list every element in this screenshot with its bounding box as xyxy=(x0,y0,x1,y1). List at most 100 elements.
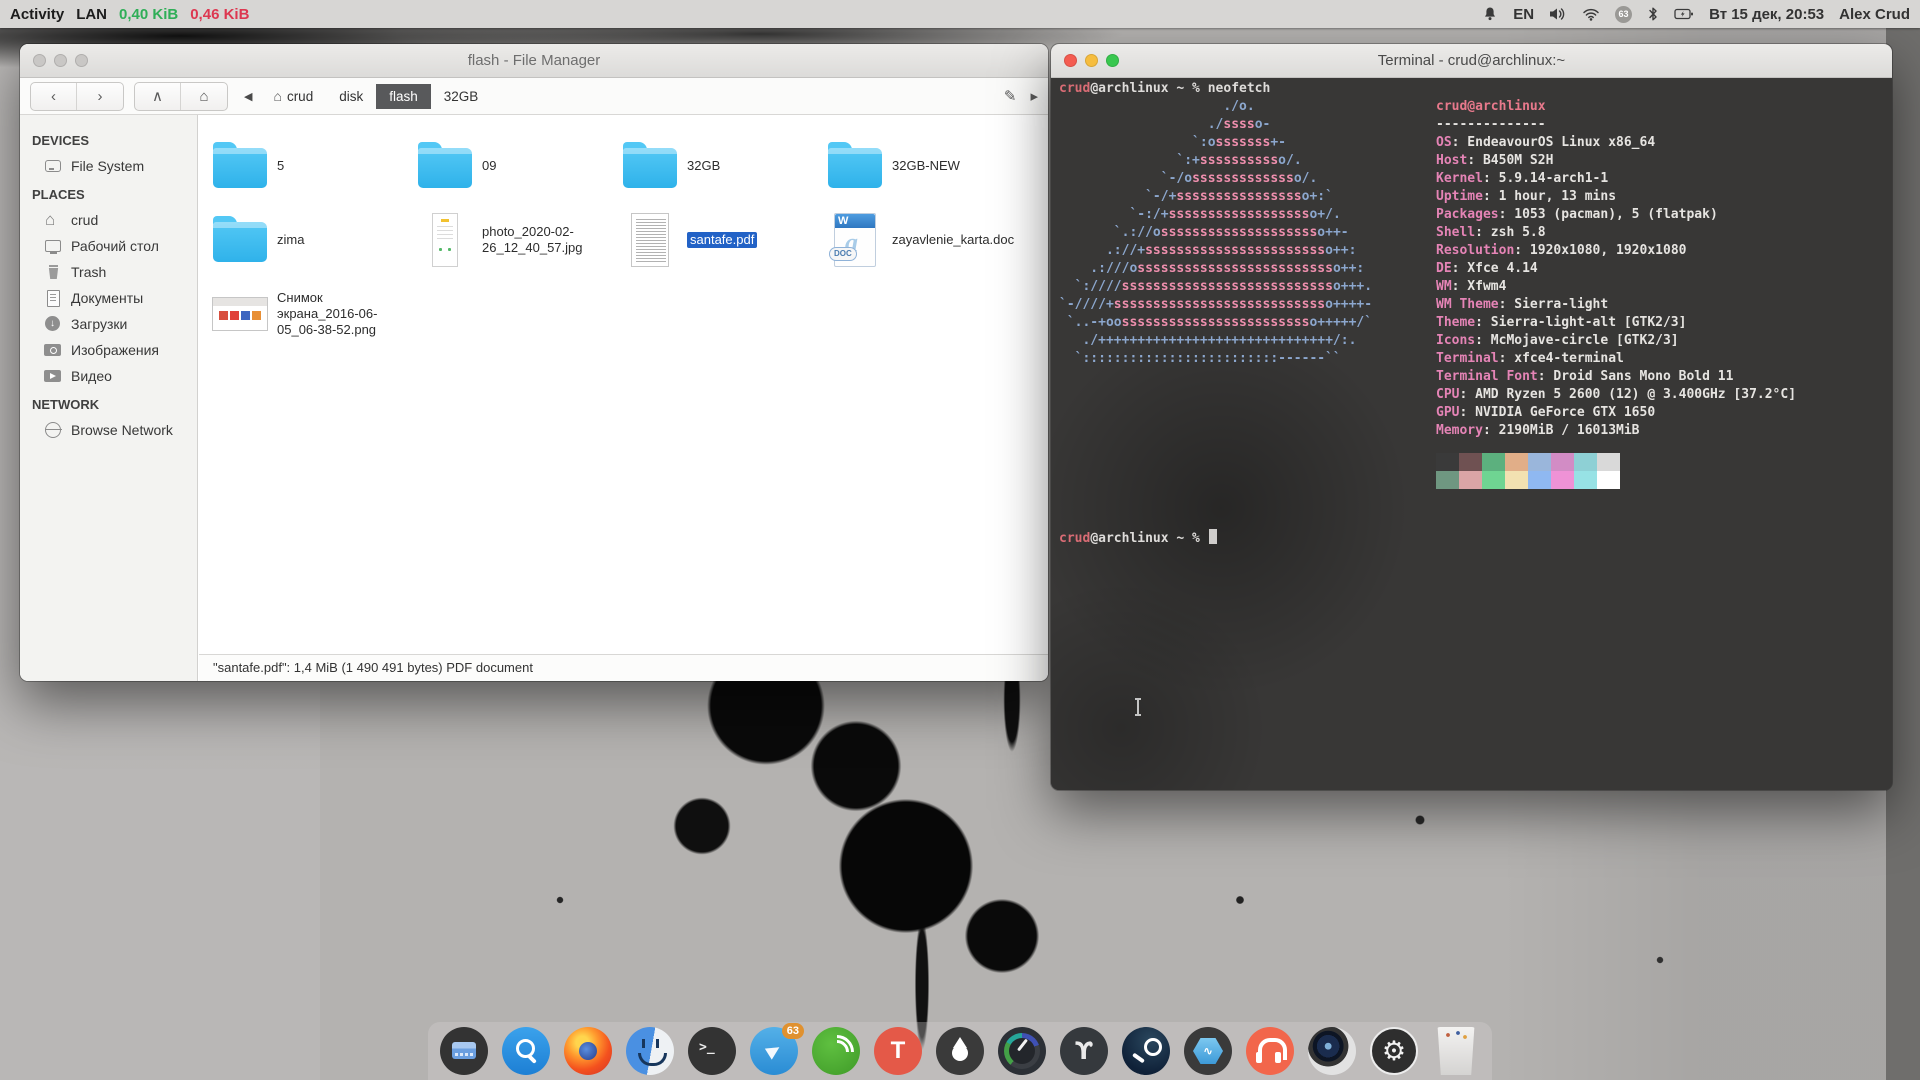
pdf-icon xyxy=(631,213,669,267)
video-icon xyxy=(44,368,62,384)
finder-icon xyxy=(626,1027,674,1075)
breadcrumb-scroll-left-icon[interactable]: ◀ xyxy=(244,90,252,103)
minimize-button[interactable] xyxy=(1085,54,1098,67)
dock-item-hexapp[interactable]: ∿ xyxy=(1184,1027,1232,1075)
file-item[interactable]: 5 xyxy=(211,129,411,203)
breadcrumb-flash[interactable]: flash xyxy=(376,84,431,109)
palette-swatch xyxy=(1528,453,1551,471)
swirl-glyph: ϒ xyxy=(1060,1027,1108,1075)
doc-icon: WDOC xyxy=(834,213,876,267)
dock-item-search[interactable] xyxy=(502,1027,550,1075)
tapp-glyph: T xyxy=(874,1027,922,1075)
file-item[interactable]: santafe.pdf xyxy=(621,203,821,277)
dock-item-terminal[interactable]: >_ xyxy=(688,1027,736,1075)
palette-swatch xyxy=(1459,471,1482,489)
minimize-button[interactable] xyxy=(54,54,67,67)
sidebar-item[interactable]: Trash xyxy=(20,259,197,285)
terminal-body[interactable]: crud@archlinux ~ % neofetch ./o. ./sssso… xyxy=(1051,78,1892,790)
dock-item-settings[interactable]: ⚙ xyxy=(1370,1027,1418,1075)
user-menu[interactable]: Alex Crud xyxy=(1839,6,1910,23)
unread-badge: 63 xyxy=(782,1023,804,1039)
palette-swatch xyxy=(1482,471,1505,489)
net-monitor-label[interactable]: LAN xyxy=(76,6,107,23)
keyboard-layout[interactable]: EN xyxy=(1513,6,1534,23)
file-list: 50932GB 32GB-NEW zima photo_2020-02-26_12_4… xyxy=(199,115,1048,654)
breadcrumb-crud[interactable]: ⌂crud xyxy=(260,83,326,109)
terminal-icon: >_ xyxy=(688,1027,736,1075)
trash-icon xyxy=(1436,1027,1476,1075)
wifi-icon[interactable] xyxy=(1582,7,1600,21)
edit-path-icon[interactable]: ✎ xyxy=(1004,87,1017,105)
tapp-icon: T xyxy=(874,1027,922,1075)
close-button[interactable] xyxy=(1064,54,1077,67)
forward-button[interactable]: › xyxy=(77,83,123,110)
home-icon: ⌂ xyxy=(273,88,281,104)
sidebar-item[interactable]: Browse Network xyxy=(20,417,197,443)
up-button[interactable]: ∧ xyxy=(135,83,181,110)
back-button[interactable]: ‹ xyxy=(31,83,77,110)
sidebar-item[interactable]: File System xyxy=(20,153,197,179)
file-label: zayavlenie_karta.doc xyxy=(892,232,1014,248)
folder-icon xyxy=(213,222,267,262)
file-item[interactable]: WDOC zayavlenie_karta.doc xyxy=(826,203,1026,277)
dock-item-swirl[interactable]: ϒ xyxy=(1060,1027,1108,1075)
dock-item-lens[interactable] xyxy=(1308,1027,1356,1075)
battery-icon[interactable] xyxy=(1674,7,1694,21)
file-manager-toolbar: ‹ › ∧ ⌂ ◀ ⌂cruddiskflash32GB ✎ ▸ xyxy=(20,78,1048,115)
sidebar-item[interactable]: Загрузки xyxy=(20,311,197,337)
breadcrumb-scroll-right-icon[interactable]: ▸ xyxy=(1030,87,1038,105)
bluetooth-icon[interactable] xyxy=(1647,6,1659,22)
folder-icon xyxy=(213,148,267,188)
dock-item-firefox[interactable] xyxy=(564,1027,612,1075)
file-label: photo_2020-02-26_12_40_57.jpg xyxy=(482,224,610,257)
terminal-titlebar[interactable]: Terminal - crud@archlinux:~ xyxy=(1051,44,1892,78)
dock-item-trash[interactable] xyxy=(1432,1027,1480,1075)
dock-item-desktop[interactable] xyxy=(440,1027,488,1075)
terminal-glyph: >_ xyxy=(688,1027,736,1075)
dock-item-steam[interactable] xyxy=(1122,1027,1170,1075)
breadcrumb-disk[interactable]: disk xyxy=(326,84,376,109)
dock-item-headphones[interactable] xyxy=(1246,1027,1294,1075)
telegram-tray-badge[interactable]: 63 xyxy=(1615,6,1632,23)
terminal-cursor xyxy=(1209,529,1217,544)
file-label: santafe.pdf xyxy=(687,232,757,248)
neofetch-info: crud@archlinux--------------OS: Endeavou… xyxy=(1436,98,1796,440)
dock-item-gauge[interactable] xyxy=(998,1027,1046,1075)
dock-item-tapp[interactable]: T xyxy=(874,1027,922,1075)
close-button[interactable] xyxy=(33,54,46,67)
app-menu-activity[interactable]: Activity xyxy=(10,6,64,23)
file-item[interactable]: 32GB xyxy=(621,129,821,203)
file-label: 32GB-NEW xyxy=(892,158,960,174)
file-manager-titlebar[interactable]: flash - File Manager xyxy=(20,44,1048,78)
hexapp-glyph: ∿ xyxy=(1184,1027,1232,1075)
sidebar-item[interactable]: Документы xyxy=(20,285,197,311)
file-item[interactable]: 32GB-NEW xyxy=(826,129,1026,203)
sidebar-item[interactable]: Изображения xyxy=(20,337,197,363)
dock: >_ ▶63 T ϒ ∿ ⚙ xyxy=(428,1022,1492,1080)
sidebar-item[interactable]: Рабочий стол xyxy=(20,233,197,259)
dock-item-spotify[interactable] xyxy=(812,1027,860,1075)
zoom-button[interactable] xyxy=(1106,54,1119,67)
terminal-color-palette xyxy=(1436,453,1620,489)
dock-item-telegram[interactable]: ▶63 xyxy=(750,1027,798,1075)
file-item[interactable]: Снимок экрана_2016-06-05_06-38-52.png xyxy=(211,277,411,351)
dock-item-droplet[interactable] xyxy=(936,1027,984,1075)
sidebar-item[interactable]: crud xyxy=(20,207,197,233)
file-item[interactable]: 09 xyxy=(416,129,616,203)
file-item[interactable]: photo_2020-02-26_12_40_57.jpg xyxy=(416,203,616,277)
zoom-button[interactable] xyxy=(75,54,88,67)
palette-swatch xyxy=(1505,471,1528,489)
sidebar-section-title: NETWORK xyxy=(20,389,197,417)
palette-swatch xyxy=(1459,453,1482,471)
home-button[interactable]: ⌂ xyxy=(181,83,227,110)
dock-item-finder[interactable] xyxy=(626,1027,674,1075)
settings-glyph: ⚙ xyxy=(1372,1029,1416,1073)
file-item[interactable]: zima xyxy=(211,203,411,277)
notification-bell-icon[interactable] xyxy=(1482,6,1498,22)
home-icon xyxy=(44,212,62,228)
clock[interactable]: Вт 15 дек, 20:53 xyxy=(1709,6,1824,23)
breadcrumb-32GB[interactable]: 32GB xyxy=(431,84,492,109)
volume-icon[interactable] xyxy=(1549,6,1567,22)
sidebar-item[interactable]: Видео xyxy=(20,363,197,389)
file-icon-box: WDOC xyxy=(826,213,884,267)
